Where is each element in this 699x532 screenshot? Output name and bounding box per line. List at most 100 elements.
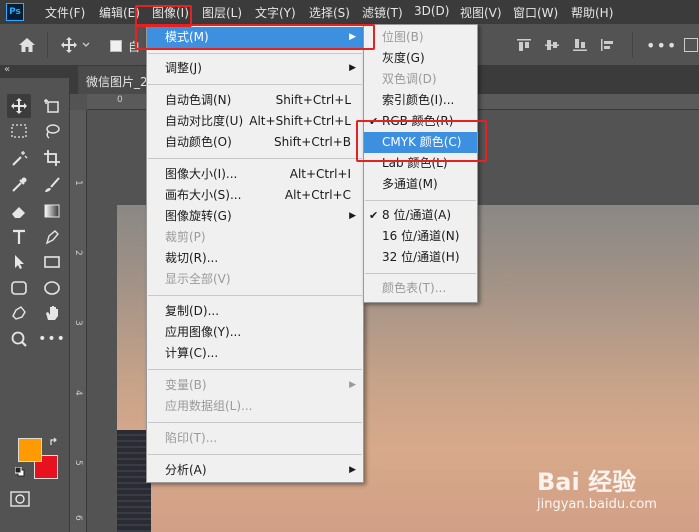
align-bottom-icon[interactable]: [573, 39, 587, 51]
ruler-label: 4: [73, 390, 83, 396]
submenu-arrow-icon: ▶: [349, 465, 356, 475]
menu-window[interactable]: 窗口(W): [513, 4, 558, 21]
menu-separator: [148, 454, 362, 455]
move-tool-icon[interactable]: [7, 94, 31, 118]
menu-separator: [148, 422, 362, 423]
foreground-color-swatch[interactable]: [18, 438, 42, 462]
mode-item-grayscale[interactable]: 灰度(G): [364, 48, 477, 69]
artboard-tool-icon[interactable]: [40, 94, 64, 118]
type-tool-icon[interactable]: [7, 225, 31, 249]
menu-select[interactable]: 选择(S): [309, 4, 350, 21]
mode-item-indexed-color[interactable]: 索引颜色(I)...: [364, 90, 477, 111]
menu-item-image-rotation[interactable]: 图像旋转(G) ▶: [147, 206, 363, 227]
checkmark-icon: ✔: [369, 209, 379, 222]
menu-item-apply-data-set: 应用数据组(L)...: [165, 399, 253, 413]
move-tool-icon[interactable]: [60, 36, 90, 54]
menu-help[interactable]: 帮助(H): [571, 4, 613, 21]
frame-tool-icon[interactable]: [7, 276, 31, 300]
distribute-icon[interactable]: [601, 39, 615, 51]
menu-separator: [365, 273, 476, 274]
auto-select-checkbox[interactable]: [110, 40, 122, 52]
menu-type[interactable]: 文字(Y): [255, 4, 296, 21]
menu-item-crop: 裁剪(P): [165, 230, 206, 244]
menu-item-image-size[interactable]: 图像大小(I)... Alt+Ctrl+I: [147, 164, 363, 185]
puppet-warp-icon[interactable]: [7, 301, 31, 325]
menu-item-auto-tone[interactable]: 自动色调(N) Shift+Ctrl+L: [147, 90, 363, 111]
menu-item-analysis[interactable]: 分析(A) ▶: [147, 460, 363, 481]
separator: [632, 32, 633, 58]
menu-item-adjustments[interactable]: 调整(J) ▶: [147, 58, 363, 79]
submenu-arrow-icon: ▶: [349, 211, 356, 221]
eraser-tool-icon[interactable]: [7, 199, 31, 223]
quick-mask-icon[interactable]: [10, 491, 30, 507]
submenu-arrow-icon: ▶: [349, 63, 356, 73]
tools-panel: •••: [0, 78, 70, 532]
mode-item-8-bits[interactable]: ✔ 8 位/通道(A): [364, 205, 477, 226]
menu-item-calculations[interactable]: 计算(C)...: [147, 343, 363, 364]
align-middle-icon[interactable]: [545, 39, 559, 51]
submenu-arrow-icon: ▶: [349, 380, 356, 390]
gradient-tool-icon[interactable]: [40, 199, 64, 223]
crop-tool-icon[interactable]: [40, 146, 64, 170]
menu-item-reveal-all: 显示全部(V): [165, 272, 231, 286]
menu-layer[interactable]: 图层(L): [202, 4, 242, 21]
document-tab[interactable]: 微信图片_2: [78, 66, 153, 94]
zoom-tool-icon[interactable]: [7, 327, 31, 351]
edit-toolbar-icon[interactable]: •••: [38, 327, 65, 351]
menu-separator: [365, 200, 476, 201]
menu-view[interactable]: 视图(V): [460, 4, 502, 21]
default-colors-icon[interactable]: [15, 467, 25, 477]
menu-separator: [148, 84, 362, 85]
eyedropper-tool-icon[interactable]: [7, 173, 31, 197]
menu-item-auto-contrast[interactable]: 自动对比度(U) Alt+Shift+Ctrl+L: [147, 111, 363, 132]
vertical-ruler: 1 2 3 4 5 6: [70, 110, 87, 532]
menu-separator: [148, 369, 362, 370]
toolbar-header: «: [0, 64, 70, 78]
mode-item-32-bits[interactable]: 32 位/通道(H): [364, 247, 477, 268]
menu-file[interactable]: 文件(F): [45, 4, 85, 21]
menu-separator: [148, 295, 362, 296]
lasso-tool-icon[interactable]: [40, 119, 64, 143]
home-icon[interactable]: [18, 36, 36, 54]
menu-edit[interactable]: 编辑(E): [99, 4, 140, 21]
ruler-label: 2: [73, 250, 83, 256]
menu-item-duplicate[interactable]: 复制(D)...: [147, 301, 363, 322]
menu-item-trap: 陷印(T)...: [165, 431, 218, 445]
mode-item-16-bits[interactable]: 16 位/通道(N): [364, 226, 477, 247]
ruler-label: 5: [73, 460, 83, 466]
path-selection-tool-icon[interactable]: [7, 250, 31, 274]
ruler-label: 1: [73, 180, 83, 186]
mode-item-color-table: 颜色表(T)...: [382, 281, 447, 295]
menu-item-trim[interactable]: 裁切(R)...: [147, 248, 363, 269]
collapse-icon[interactable]: «: [4, 64, 10, 75]
menu-item-canvas-size[interactable]: 画布大小(S)... Alt+Ctrl+C: [147, 185, 363, 206]
rectangle-tool-icon[interactable]: [40, 250, 64, 274]
watermark-logo: Bai 经验: [537, 468, 637, 496]
ellipse-tool-icon[interactable]: [40, 276, 64, 300]
menu-item-variables: 变量(B) ▶: [147, 375, 363, 396]
mode-submenu: 位图(B) 灰度(G) 双色调(D) 索引颜色(I)... ✔ RGB 颜色(R)…: [363, 24, 478, 303]
pen-tool-icon[interactable]: [40, 225, 64, 249]
settings-icon[interactable]: [684, 38, 698, 52]
swap-colors-icon[interactable]: [49, 437, 59, 447]
brush-tool-icon[interactable]: [40, 173, 64, 197]
image-menu: 模式(M) ▶ 调整(J) ▶ 自动色调(N) Shift+Ctrl+L 自动对比度(…: [146, 24, 364, 483]
mode-item-multichannel[interactable]: 多通道(M): [364, 174, 477, 195]
menu-item-auto-color[interactable]: 自动颜色(O) Shift+Ctrl+B: [147, 132, 363, 153]
menu-bar: Ps 文件(F) 编辑(E) 图像(I) 图层(L) 文字(Y) 选择(S) 滤…: [0, 0, 699, 24]
menu-item-apply-image[interactable]: 应用图像(Y)...: [147, 322, 363, 343]
hand-tool-icon[interactable]: [40, 301, 64, 325]
watermark-url: jingyan.baidu.com: [537, 497, 657, 512]
menu-separator: [148, 53, 362, 54]
marquee-tool-icon[interactable]: [7, 119, 31, 143]
photoshop-logo: Ps: [6, 3, 24, 21]
menu-3d[interactable]: 3D(D): [414, 4, 449, 18]
mode-item-bitmap: 位图(B): [382, 30, 424, 44]
annotation-box-cmyk: [356, 120, 487, 162]
menu-filter[interactable]: 滤镜(T): [362, 4, 403, 21]
magic-wand-tool-icon[interactable]: [7, 146, 31, 170]
mode-item-duotone: 双色调(D): [382, 72, 437, 86]
menu-separator: [148, 158, 362, 159]
more-options-icon[interactable]: •••: [646, 36, 677, 55]
align-top-icon[interactable]: [517, 39, 531, 51]
